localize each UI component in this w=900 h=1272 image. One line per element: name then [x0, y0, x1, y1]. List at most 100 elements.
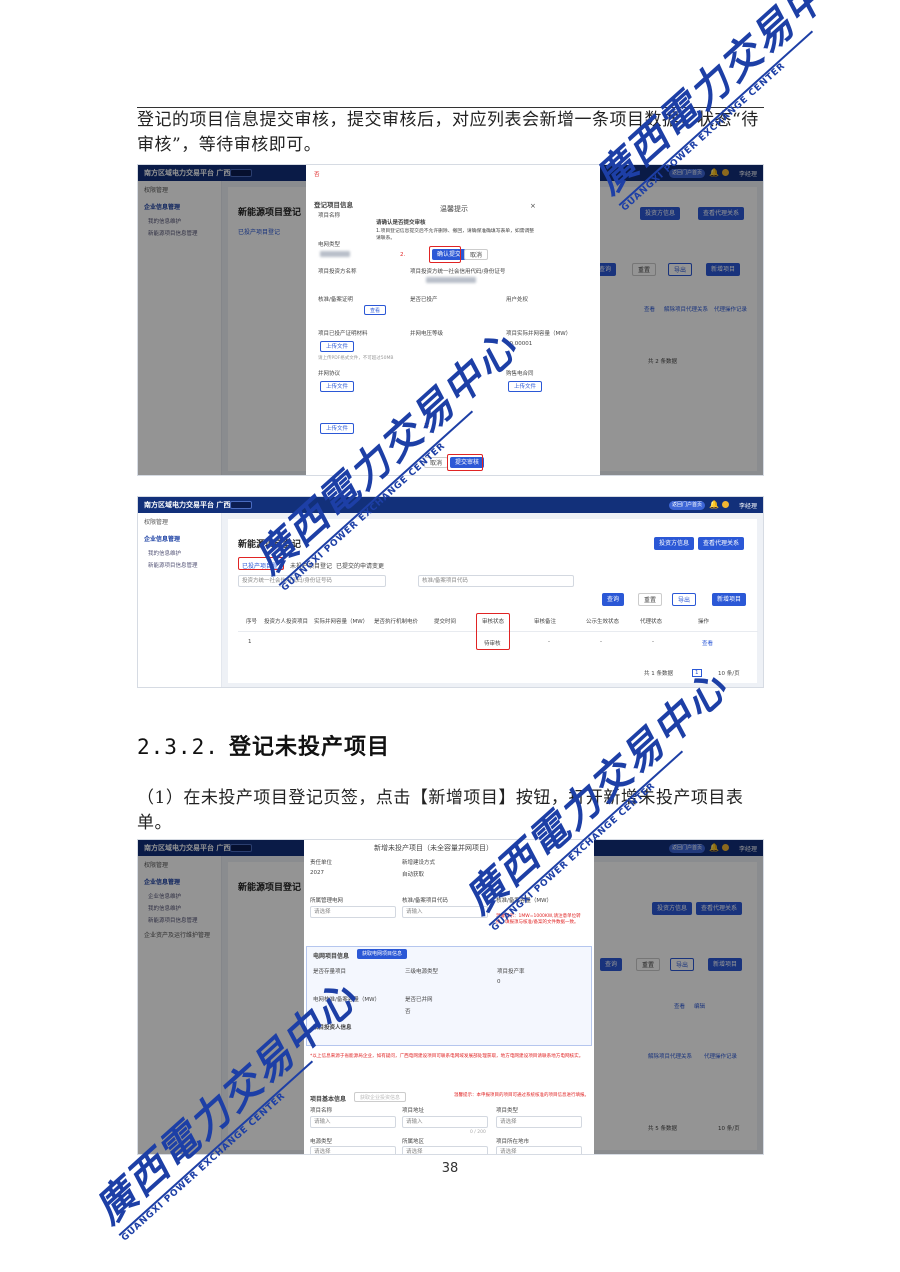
get-grid-info-button[interactable]: 获取电网项目信息	[357, 949, 408, 959]
name-input[interactable]: 请输入	[310, 1116, 396, 1128]
reset-button[interactable]: 重置	[638, 593, 663, 606]
page-number: 38	[441, 1161, 459, 1176]
paragraph-submit-review: 登记的项目信息提交审核，提交审核后，对应列表会新增一条项目数据，状态“待审核”，…	[137, 110, 759, 155]
pagination-page[interactable]: 1	[692, 669, 702, 677]
query-button[interactable]: 查询	[602, 593, 625, 606]
field-name: 项目名称	[310, 1108, 333, 1114]
field-code: 核准/备案项目代码	[402, 898, 448, 904]
screenshot-add-project-form: 南方区域电力交易平台 广西 返回门户首页 🔔 李经理 权限管理 企业信息管理 企…	[137, 839, 764, 1155]
row-review-note: -	[548, 639, 550, 645]
sidebar-item-permissions[interactable]: 权限管理	[138, 513, 221, 530]
investor-info-title: 项目投资人信息	[313, 1025, 352, 1031]
upload-button-4[interactable]: 上传文件	[320, 423, 355, 434]
field-voltage: 并网电压等级	[410, 331, 444, 337]
units-value: 0	[497, 979, 501, 985]
field-project-name: 项目名称	[318, 213, 341, 219]
area-select[interactable]: 请选择	[402, 1146, 488, 1154]
add-project-form: 新增未投产项目（未全容量并网项目） 责任单位 2027 新增建设方式 自动获取 …	[304, 840, 594, 1154]
paragraph-add-project: （1）在未投产项目登记页签，点击【新增项目】按钮，打开新增未投产项目表单。	[137, 788, 744, 833]
investor-code-input[interactable]: 投资方统一社会信用代码/身份证号码	[238, 575, 386, 587]
form-top-note: 否	[314, 172, 320, 178]
app-topbar: 南方区域电力交易平台 广西 返回门户首页 🔔 李经理	[138, 497, 763, 513]
upload-button[interactable]: 上传文件	[320, 341, 355, 352]
field-approval: 核准/备案证明	[318, 297, 353, 303]
row-publicity: -	[600, 639, 602, 645]
field-responsible-unit: 责任单位	[310, 860, 333, 866]
grid-select[interactable]: 请选择	[310, 906, 396, 918]
field-build-method: 新增建设方式	[402, 860, 436, 866]
field-capacity: 核准/备案容量（MW）	[496, 898, 553, 904]
close-icon[interactable]: ×	[530, 202, 536, 210]
field-phase: 三级电源类型	[405, 969, 439, 975]
field-grid-capacity: 电网核准/备案容量（MW）	[313, 997, 381, 1003]
field-type: 项目类型	[496, 1108, 519, 1114]
highlight-submit-review	[447, 454, 483, 471]
portal-button[interactable]: 返回门户首页	[669, 501, 705, 510]
dialog-title: 温馨提示	[440, 205, 468, 213]
blurred-value	[320, 251, 350, 257]
section-number: 2.3.2.	[137, 735, 219, 759]
region-tag	[230, 501, 252, 509]
grid-section-title: 电网项目信息	[313, 953, 350, 960]
project-section-title: 项目基本信息	[310, 1096, 347, 1103]
app-brand: 南方区域电力交易平台 广西	[144, 501, 231, 509]
add-project-button[interactable]: 新增项目	[712, 593, 747, 606]
section-heading: 2.3.2. 登记未投产项目	[137, 729, 390, 761]
row-view-link[interactable]: 查看	[702, 639, 713, 647]
field-grid-file: 项目已投产证明材料	[318, 331, 368, 337]
field-grid: 所属管理电网	[310, 898, 344, 904]
field-grid-agreement: 并网协议	[318, 371, 341, 377]
upload-button-2[interactable]: 上传文件	[320, 381, 355, 392]
sidebar-item-my-info[interactable]: 我的信息维护	[138, 547, 221, 559]
investor-info-button[interactable]: 投资方信息	[654, 537, 695, 550]
step-1-marker: 1.	[424, 423, 430, 429]
capacity-value: 10.00001	[506, 341, 533, 347]
address-input[interactable]: 请输入	[402, 1116, 488, 1128]
form-title: 登记项目信息	[314, 201, 353, 209]
pagination-size[interactable]: 10 条/页	[718, 669, 740, 677]
city-select[interactable]: 请选择	[496, 1146, 582, 1154]
avatar[interactable]	[722, 501, 729, 508]
project-warn: 温馨提示：本申报项目的项目可通过系统核准的项目信息进行填报。	[454, 1093, 589, 1098]
export-button[interactable]: 导出	[672, 593, 697, 606]
power-select[interactable]: 请选择	[310, 1146, 396, 1154]
tab-change-requests[interactable]: 已提交的申请变更	[336, 561, 384, 570]
project-code-input[interactable]: 核准/备案项目代码	[418, 575, 574, 587]
upload-button-3[interactable]: 上传文件	[508, 381, 543, 392]
column-header-investor: 投资方人投资项目	[264, 619, 309, 625]
field-power: 电源类型	[310, 1139, 333, 1145]
field-shared: 是否已并网	[405, 997, 433, 1003]
bell-icon[interactable]: 🔔	[709, 500, 719, 509]
form-cancel-button[interactable]: 取消	[424, 457, 449, 468]
username[interactable]: 李经理	[739, 501, 757, 510]
blurred-value	[426, 277, 476, 283]
column-header-publicity: 公示生效状态	[586, 619, 620, 625]
screenshot-pending-list: 南方区域电力交易平台 广西 返回门户首页 🔔 李经理 权限管理 企业信息管理 我…	[137, 496, 764, 688]
field-units: 项目投产率	[497, 969, 525, 975]
sidebar: 权限管理 企业信息管理 我的信息维护 新能源项目信息管理	[138, 513, 222, 687]
sidebar-item-enterprise-info[interactable]: 企业信息管理	[138, 530, 221, 547]
responsible-unit-value: 2027	[310, 870, 324, 876]
tab-unregistered[interactable]: 未投产项目登记	[290, 561, 332, 570]
capacity-hint: 温馨提示：1MW=1000KW,请注意单位转换，填报须与核准/备案的文件数据一致…	[496, 914, 581, 925]
field-owner: 用户处权	[506, 297, 529, 303]
field-capacity: 项目实际并网容量（MW）	[506, 331, 572, 337]
view-agency-button[interactable]: 查看代理关系	[698, 537, 745, 550]
code-input[interactable]: 请输入	[402, 906, 488, 918]
step-2-marker: 2.	[400, 252, 406, 258]
field-started: 是否已投产	[410, 297, 438, 303]
sidebar-item-project-info[interactable]: 新能源项目信息管理	[138, 559, 221, 571]
row-index: 1	[248, 639, 252, 645]
highlight-confirm	[429, 246, 461, 263]
get-project-info-button[interactable]: 获取企业投资信息	[354, 1092, 407, 1102]
type-select[interactable]: 请选择	[496, 1116, 582, 1128]
column-header-index: 序号	[246, 619, 258, 625]
char-count: 0 / 200	[470, 1130, 486, 1135]
shared-value: 否	[405, 1009, 411, 1015]
approval-view-button[interactable]: 查看	[364, 305, 387, 315]
column-header-review-note: 审核备注	[534, 619, 557, 625]
field-power-contract: 购售电合同	[506, 371, 534, 377]
upload-hint: 请上传PDF格式文件，不可超过50MB	[318, 356, 394, 361]
dialog-cancel-button[interactable]: 取消	[464, 249, 489, 260]
highlight-tab	[238, 557, 284, 570]
